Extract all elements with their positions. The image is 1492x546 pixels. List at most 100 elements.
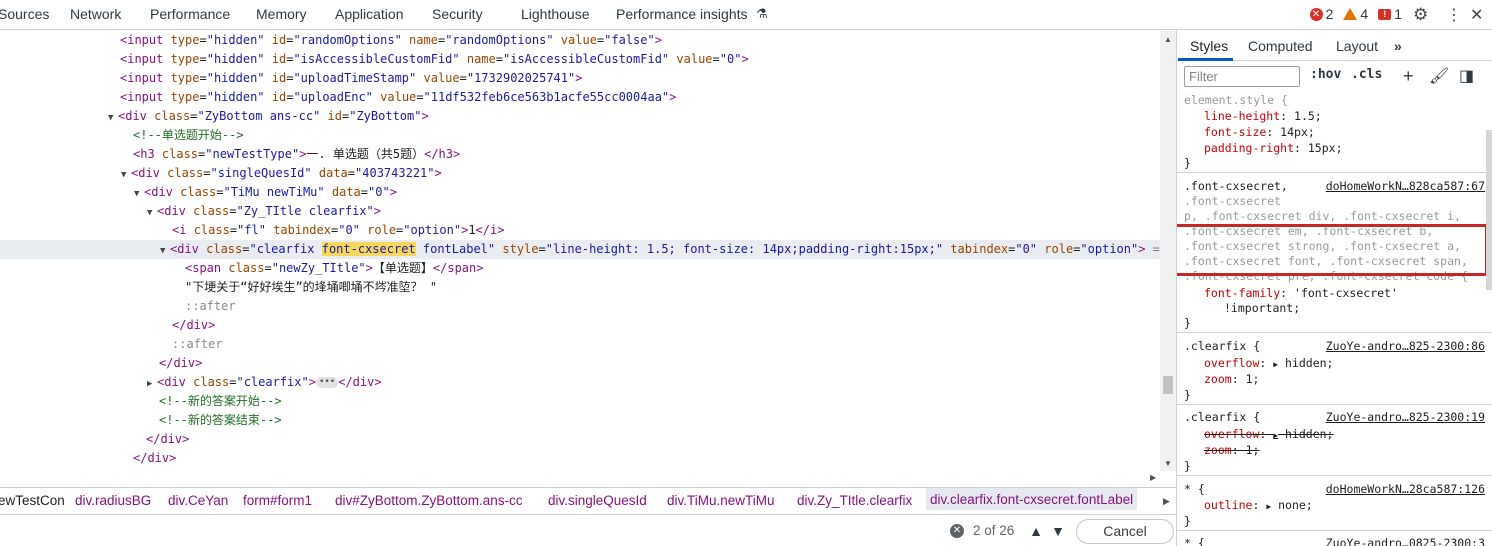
- styles-filter-input[interactable]: Filter: [1184, 66, 1300, 87]
- tab-styles[interactable]: Styles: [1190, 38, 1228, 54]
- error-icon: ✕: [1309, 7, 1323, 21]
- ellipsis-icon[interactable]: •••: [315, 377, 339, 388]
- more-tabs-chevron-icon[interactable]: »: [1394, 38, 1402, 54]
- rule-source-link[interactable]: ZuoYe-andro…825-2300:86: [1326, 338, 1485, 354]
- tab-application[interactable]: Application: [335, 6, 404, 22]
- css-declaration-overridden[interactable]: zoom: 1;: [1204, 442, 1259, 458]
- rule-close-brace: }: [1184, 388, 1191, 402]
- issues-count[interactable]: ! 1: [1378, 6, 1402, 22]
- css-declaration[interactable]: font-family: 'font-cxsecret': [1204, 285, 1398, 301]
- dom-comment[interactable]: <!--新的答案结束-->: [0, 411, 1160, 430]
- tab-lighthouse[interactable]: Lighthouse: [521, 6, 590, 22]
- dom-node[interactable]: ▼ <div class="Zy_TItle clearfix">: [0, 202, 1160, 221]
- css-declaration[interactable]: line-height: 1.5;: [1204, 108, 1322, 124]
- dom-comment[interactable]: <!--新的答案开始-->: [0, 392, 1160, 411]
- error-count[interactable]: ✕ 2: [1309, 6, 1333, 22]
- css-declaration[interactable]: overflow: ▶ hidden;: [1204, 355, 1333, 371]
- dom-comment[interactable]: <!--单选题开始-->: [0, 126, 1160, 145]
- dom-pseudo-element[interactable]: ::after: [0, 335, 1160, 354]
- warning-count[interactable]: 4: [1343, 6, 1368, 22]
- rule-selector[interactable]: .clearfix {: [1184, 409, 1260, 425]
- breadcrumb-item[interactable]: div.Zy_TItle.clearfix: [797, 493, 912, 508]
- rule-source-link[interactable]: ZuoYe-andro…825-2300:19: [1326, 409, 1485, 425]
- issue-icon: !: [1378, 8, 1392, 20]
- sidebar-toggle-icon[interactable]: ◨: [1459, 66, 1474, 86]
- issue-counters[interactable]: ✕ 2 4 ! 1: [1309, 6, 1402, 22]
- tab-performance-insights[interactable]: Performance insights: [616, 6, 748, 22]
- dom-close-tag[interactable]: </div>: [0, 316, 1160, 335]
- dom-node[interactable]: ▼ <div class="TiMu newTiMu" data="0">: [0, 183, 1160, 202]
- css-declaration[interactable]: font-size: 14px;: [1204, 124, 1315, 140]
- dom-close-tag[interactable]: </div>: [0, 430, 1160, 449]
- kebab-menu-icon[interactable]: ⋮: [1446, 5, 1462, 25]
- rule-selector[interactable]: * {: [1184, 535, 1205, 546]
- rule-close-brace: }: [1184, 316, 1191, 330]
- rule-selector-line: p, .font-cxsecret div, .font-cxsecret i,: [1184, 209, 1461, 223]
- rule-divider: [1177, 332, 1492, 333]
- rule-source-link[interactable]: doHomeWorkN…28ca587:126: [1326, 481, 1485, 497]
- dom-close-tag[interactable]: </div>: [0, 354, 1160, 373]
- breadcrumb-item[interactable]: div.TiMu.newTiMu: [667, 493, 775, 508]
- dom-close-tag[interactable]: </div>: [0, 449, 1160, 468]
- paint-brush-icon[interactable]: 🖌: [1429, 66, 1449, 86]
- annotation-highlight-box: [1177, 224, 1488, 276]
- cancel-search-button[interactable]: Cancel: [1076, 519, 1174, 544]
- scrollbar-thumb[interactable]: [1163, 376, 1173, 394]
- dom-node[interactable]: ▼ <div class="singleQuesId" data="4037432…: [0, 164, 1160, 183]
- rule-selector[interactable]: * {: [1184, 481, 1205, 497]
- scroll-up-arrow-icon[interactable]: ▲: [1164, 35, 1172, 44]
- tab-network[interactable]: Network: [70, 6, 121, 22]
- next-match-icon[interactable]: ▼: [1048, 521, 1068, 541]
- dom-node[interactable]: <span class="newZy_TItle">【单选题】</span>: [0, 259, 1160, 278]
- rule-divider: [1177, 475, 1492, 476]
- flask-icon: ⚗: [756, 6, 768, 21]
- styles-scrollbar-thumb[interactable]: [1486, 130, 1492, 290]
- scroll-down-arrow-icon[interactable]: ▼: [1164, 459, 1172, 468]
- rule-source-link[interactable]: doHomeWorkN…828ca587:67: [1326, 178, 1485, 194]
- dom-node[interactable]: <input type="hidden" id="uploadEnc" valu…: [0, 88, 1160, 107]
- breadcrumb-scroll-right-icon[interactable]: ▶: [1163, 496, 1170, 507]
- scroll-right-arrow-icon[interactable]: ▶: [1150, 473, 1156, 482]
- clear-search-icon[interactable]: ✕: [950, 524, 964, 538]
- dom-text-node[interactable]: "下埂关于“好好埃生”的埄埇唧埇不埁准埅？ ": [0, 278, 1160, 297]
- tab-sources[interactable]: Sources: [0, 6, 49, 22]
- css-declaration[interactable]: outline: ▶ none;: [1204, 497, 1313, 513]
- breadcrumb-item[interactable]: div.radiusBG: [75, 493, 151, 508]
- css-declaration[interactable]: padding-right: 15px;: [1204, 140, 1343, 156]
- close-icon[interactable]: ✕: [1470, 5, 1483, 25]
- dom-node[interactable]: <i class="fl" tabindex="0" role="option"…: [0, 221, 1160, 240]
- rule-selector[interactable]: .font-cxsecret,: [1184, 178, 1288, 194]
- tab-computed[interactable]: Computed: [1248, 38, 1313, 54]
- rule-selector[interactable]: .clearfix {: [1184, 338, 1260, 354]
- dom-node[interactable]: ▶ <div class="clearfix"> ••• </div>: [0, 373, 1160, 392]
- rule-source-link[interactable]: ZuoYe-andro…0825-2300:3: [1326, 535, 1485, 546]
- tab-layout[interactable]: Layout: [1336, 38, 1378, 54]
- dom-node-selected[interactable]: ▼ <div class="clearfix font-cxsecret font…: [0, 240, 1160, 259]
- breadcrumb-item-active[interactable]: div.clearfix.font-cxsecret.fontLabel: [926, 488, 1138, 510]
- tab-memory[interactable]: Memory: [256, 6, 307, 22]
- tab-security[interactable]: Security: [432, 6, 483, 22]
- warning-icon: [1343, 8, 1358, 20]
- dom-node[interactable]: <input type="hidden" id="isAccessibleCus…: [0, 50, 1160, 69]
- dom-node[interactable]: ▼ <div class="ZyBottom ans-cc" id="ZyBott…: [0, 107, 1160, 126]
- gear-icon[interactable]: ⚙: [1413, 5, 1428, 25]
- css-declaration[interactable]: zoom: 1;: [1204, 371, 1259, 387]
- elements-vertical-scrollbar[interactable]: ▲ ▼: [1160, 31, 1176, 471]
- tab-performance[interactable]: Performance: [150, 6, 230, 22]
- breadcrumb-item[interactable]: ewTestCon: [0, 493, 65, 508]
- rule-divider: [1177, 404, 1492, 405]
- breadcrumb-item[interactable]: div.CeYan: [168, 493, 228, 508]
- dom-node[interactable]: <input type="hidden" id="randomOptions" …: [0, 31, 1160, 50]
- hover-state-toggle[interactable]: :hov: [1310, 67, 1341, 82]
- css-declaration-overridden[interactable]: overflow: ▶ hidden;: [1204, 426, 1333, 442]
- breadcrumb-item[interactable]: div#ZyBottom.ZyBottom.ans-cc: [335, 493, 523, 508]
- dom-node[interactable]: <input type="hidden" id="uploadTimeStamp…: [0, 69, 1160, 88]
- elements-horizontal-scrollbar[interactable]: ▶: [0, 471, 1160, 487]
- dom-node[interactable]: <h3 class="newTestType">一. 单选题（共5题）</h3>: [0, 145, 1160, 164]
- new-style-rule-icon[interactable]: +: [1403, 66, 1414, 87]
- previous-match-icon[interactable]: ▲: [1026, 521, 1046, 541]
- breadcrumb-item[interactable]: div.singleQuesId: [548, 493, 647, 508]
- dom-pseudo-element[interactable]: ::after: [0, 297, 1160, 316]
- breadcrumb-item[interactable]: form#form1: [243, 493, 312, 508]
- class-toggle[interactable]: .cls: [1351, 67, 1382, 82]
